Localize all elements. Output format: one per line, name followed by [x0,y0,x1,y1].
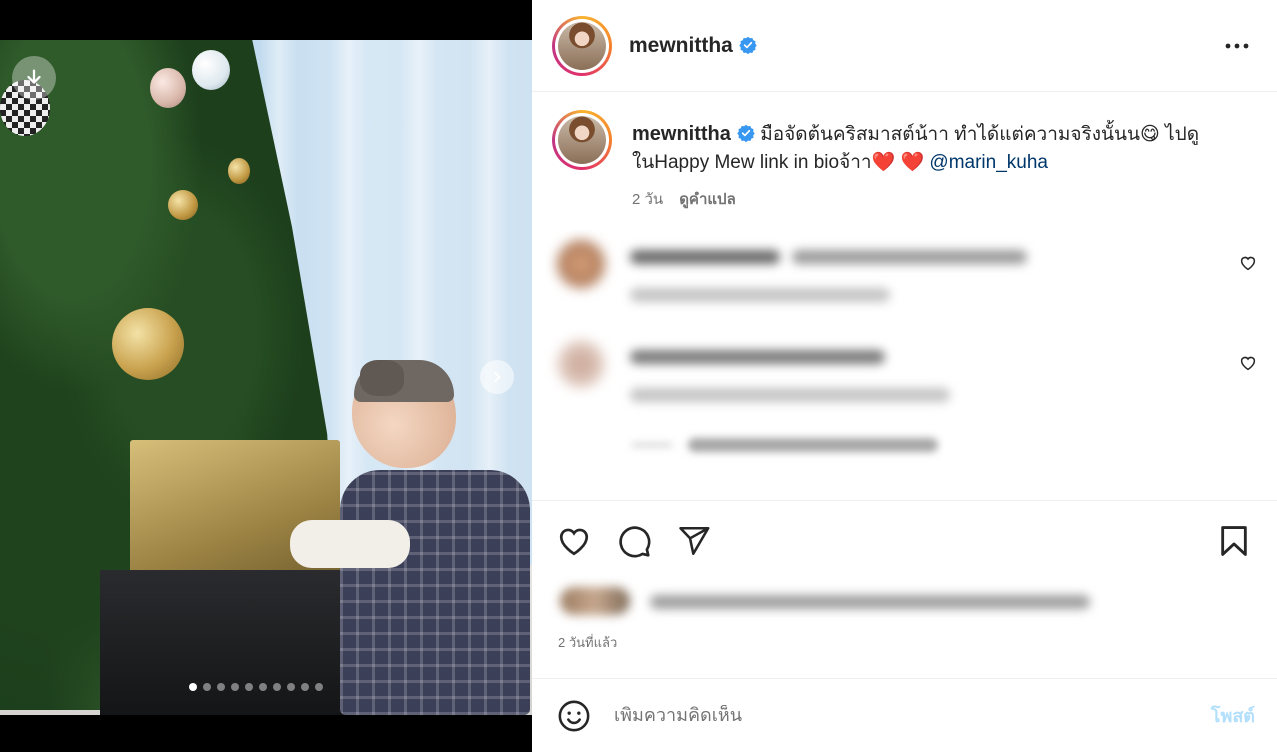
comment-button[interactable] [614,521,654,561]
more-options-icon[interactable] [1217,26,1257,66]
save-button[interactable] [1214,521,1254,561]
next-slide-button[interactable] [480,360,514,394]
caption-mention-link[interactable]: @marin_kuha [929,152,1048,173]
carousel-dot [231,683,239,691]
likes-summary[interactable] [560,585,1100,619]
carousel-indicator [189,683,323,691]
post-photo [0,40,532,715]
carousel-dot [245,683,253,691]
comment-input[interactable] [614,705,1199,726]
heart-icon [559,528,589,556]
caption-age: 2 วัน [632,191,664,208]
download-icon[interactable] [12,56,56,100]
post-timestamp[interactable]: 2 วันที่แล้ว [558,632,617,653]
post-sidebar: mewnittha mewnittha มือจัดต้นคริสมาสต์น้… [532,0,1277,752]
carousel-dot [259,683,267,691]
section-divider [532,500,1277,501]
carousel-dot [287,683,295,691]
comment-icon [619,526,651,558]
comment-item [552,330,1257,402]
view-replies[interactable] [632,438,938,452]
caption-avatar[interactable] [552,110,612,170]
bookmark-icon [1221,526,1247,556]
comment-like-icon[interactable] [1239,354,1257,372]
carousel-dot [217,683,225,691]
carousel-dot [203,683,211,691]
avatar[interactable] [552,15,612,76]
add-comment-bar: โพสต์ [532,678,1277,752]
post-header: mewnittha [532,0,1277,92]
action-bar [554,520,1254,562]
comment-item [552,230,1257,302]
caption-hearts: ❤️ ❤️ [871,152,925,173]
translate-link[interactable]: ดูคำแปล [679,191,736,208]
share-button[interactable] [674,521,714,561]
share-icon [679,526,710,556]
comments-list [532,230,1277,500]
post-caption: mewnittha มือจัดต้นคริสมาสต์น้าา ทำได้แต… [552,110,1257,211]
comment-like-icon[interactable] [1239,254,1257,272]
header-username[interactable]: mewnittha [629,34,757,58]
post-media [0,0,532,752]
verified-badge-icon [737,124,755,142]
chevron-right-icon [494,372,501,382]
caption-text-block: mewnittha มือจัดต้นคริสมาสต์น้าา ทำได้แต… [632,120,1257,177]
carousel-dot [301,683,309,691]
emoji-icon[interactable] [554,696,594,736]
like-button[interactable] [554,521,594,561]
caption-username[interactable]: mewnittha [632,123,731,145]
carousel-dot [189,683,197,691]
verified-badge-icon [739,36,757,54]
carousel-dot [273,683,281,691]
post-comment-button[interactable]: โพสต์ [1211,701,1255,730]
carousel-dot [315,683,323,691]
